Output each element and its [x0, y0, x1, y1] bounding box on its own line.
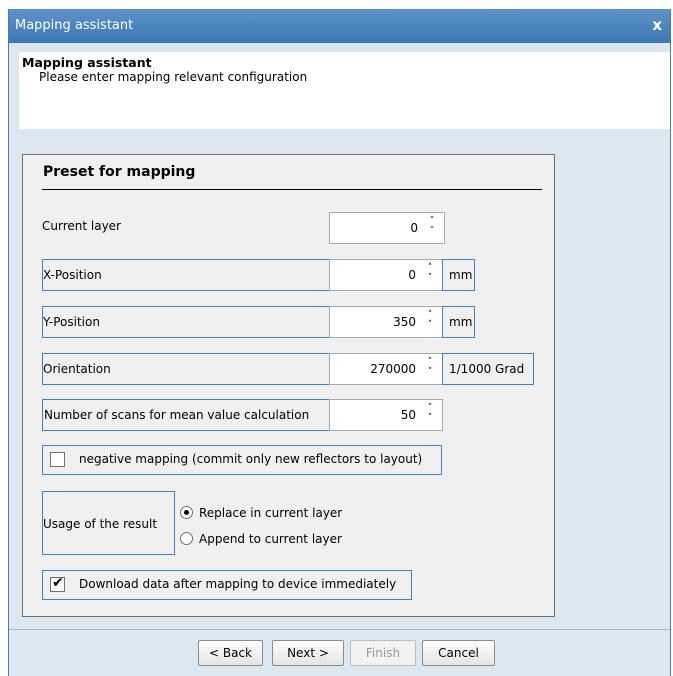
header-subtitle: Please enter mapping relevant configurat… [39, 70, 308, 84]
num-scans-spinbox[interactable]: 50 ˄ ˅ [329, 399, 443, 431]
title-bar[interactable]: Mapping assistant x [9, 9, 670, 43]
spin-up-icon[interactable]: ˄ [428, 403, 433, 413]
footer-divider [9, 629, 670, 630]
back-button[interactable]: < Back [198, 640, 263, 666]
num-scans-value: 50 [400, 408, 416, 422]
next-button[interactable]: Next > [272, 640, 344, 666]
cancel-button[interactable]: Cancel [422, 640, 495, 666]
finish-button[interactable]: Finish [350, 640, 416, 666]
spin-arrows-icon[interactable]: ˄ ˅ [426, 216, 438, 236]
spin-down-icon[interactable]: ˅ [430, 226, 435, 236]
spin-down-icon[interactable]: ˅ [428, 273, 433, 283]
orientation-unit: 1/1000 Grad [442, 353, 534, 385]
replace-radio[interactable] [180, 506, 193, 519]
append-radio[interactable] [180, 532, 193, 545]
orientation-value: 270000 [370, 362, 416, 376]
spin-up-icon[interactable]: ˄ [428, 310, 433, 320]
orientation-label: Orientation [42, 353, 330, 385]
negative-mapping-label: negative mapping (commit only new reflec… [79, 452, 423, 466]
x-position-spinbox[interactable]: 0 ˄ ˅ [329, 259, 443, 291]
y-position-label: Y-Position [42, 306, 330, 338]
download-checkbox[interactable] [50, 575, 65, 592]
spin-arrows-icon[interactable]: ˄ ˅ [424, 357, 436, 377]
x-position-value: 0 [408, 268, 416, 282]
append-radio-label[interactable]: Append to current layer [199, 524, 342, 554]
header-area: Mapping assistant Please enter mapping r… [19, 52, 670, 129]
x-position-label: X-Position [42, 259, 330, 291]
orientation-spinbox[interactable]: 270000 ˄ ˅ [329, 353, 443, 385]
panel-title: Preset for mapping [43, 164, 196, 180]
panel-divider [42, 189, 542, 190]
y-position-unit: mm [442, 306, 475, 338]
spin-arrows-icon[interactable]: ˄ ˅ [424, 310, 436, 330]
negative-mapping-row[interactable]: negative mapping (commit only new reflec… [42, 445, 442, 475]
dialog-window: Mapping assistant x Mapping assistant Pl… [8, 9, 671, 676]
y-position-value: 350 [393, 315, 416, 329]
download-label: Download data after mapping to device im… [79, 577, 397, 591]
spin-arrows-icon[interactable]: ˄ ˅ [424, 403, 436, 423]
window-title: Mapping assistant [15, 18, 134, 33]
current-layer-spinbox[interactable]: 0 ˄ ˅ [329, 212, 445, 244]
x-position-unit: mm [442, 259, 475, 291]
y-position-spinbox[interactable]: 350 ˄ ˅ [329, 306, 443, 338]
usage-label-box: Usage of the result [42, 491, 175, 555]
close-icon[interactable]: x [652, 16, 662, 34]
spin-down-icon[interactable]: ˅ [428, 320, 433, 330]
preset-panel: Preset for mapping Current layer 0 ˄ ˅ X-… [22, 154, 555, 617]
spin-up-icon[interactable]: ˄ [430, 216, 435, 226]
spin-up-icon[interactable]: ˄ [428, 263, 433, 273]
spin-down-icon[interactable]: ˅ [428, 413, 433, 423]
header-title: Mapping assistant [22, 55, 152, 70]
usage-label: Usage of the result [43, 517, 158, 531]
negative-mapping-checkbox[interactable] [50, 452, 65, 467]
download-row[interactable]: Download data after mapping to device im… [42, 570, 412, 600]
current-layer-value: 0 [410, 221, 418, 235]
num-scans-label: Number of scans for mean value calculati… [42, 399, 330, 431]
spin-arrows-icon[interactable]: ˄ ˅ [424, 263, 436, 283]
current-layer-label: Current layer [42, 219, 121, 233]
spin-up-icon[interactable]: ˄ [428, 357, 433, 367]
spin-down-icon[interactable]: ˅ [428, 367, 433, 377]
